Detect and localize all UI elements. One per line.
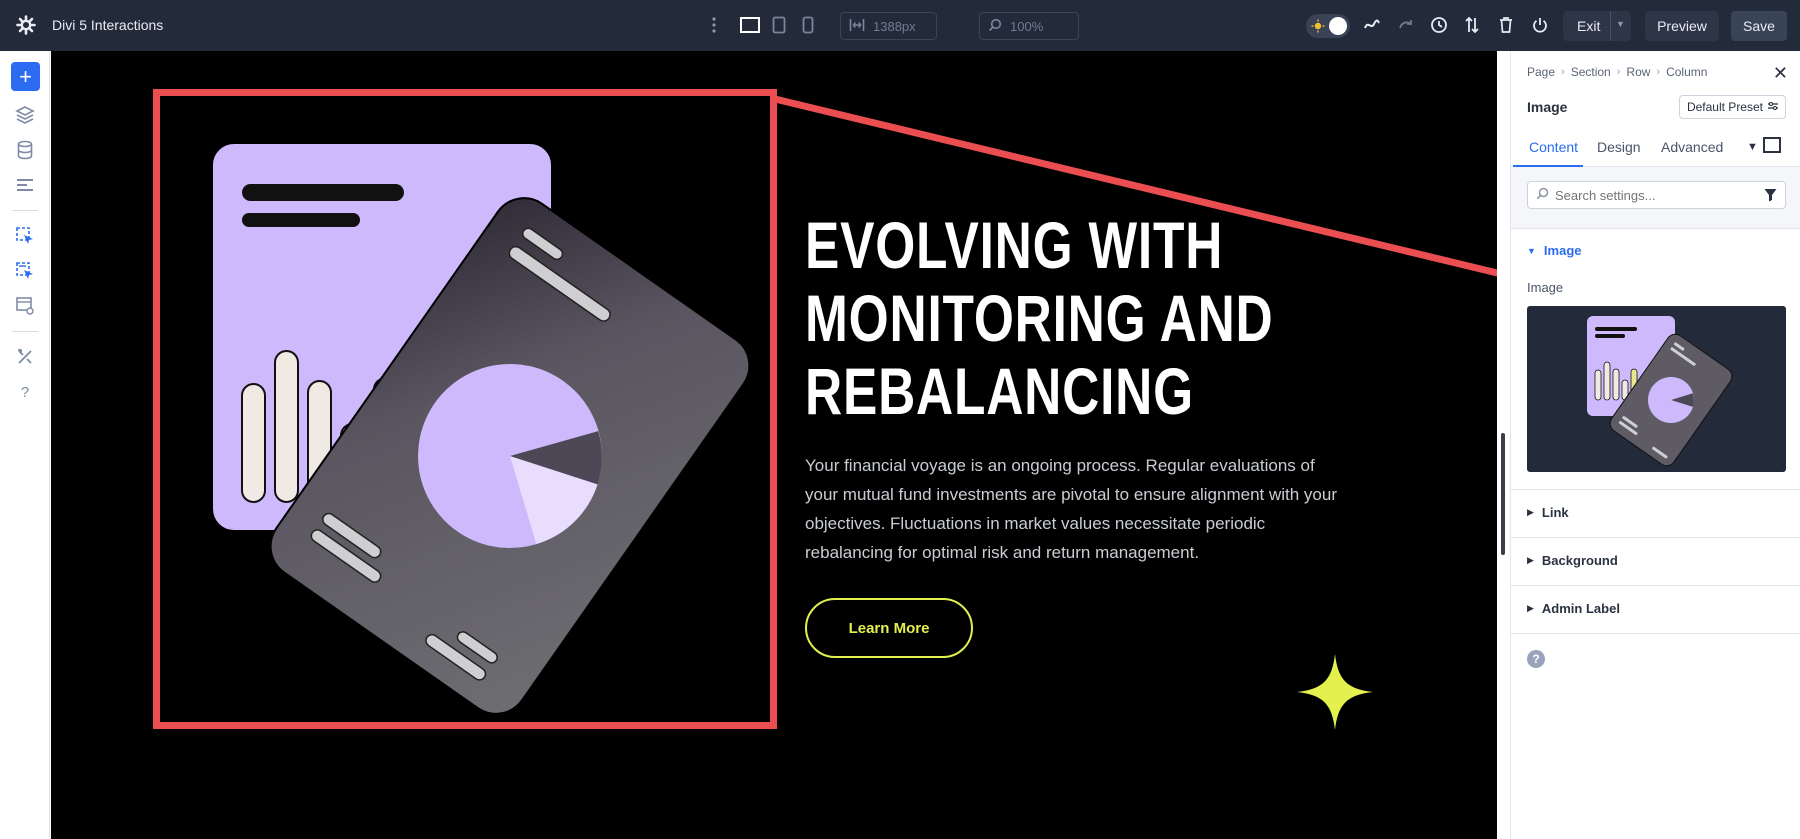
- learn-more-label: Learn More: [848, 619, 930, 637]
- heading-line: REBALANCING: [805, 354, 1194, 428]
- redo-icon[interactable]: [1395, 14, 1417, 36]
- tabs-dropdown-icon[interactable]: ▼: [1747, 141, 1758, 153]
- exit-divider: [1610, 11, 1611, 41]
- add-module-button[interactable]: +: [11, 62, 40, 91]
- expand-panel-icon[interactable]: [1763, 137, 1781, 153]
- section-divider: [1511, 585, 1800, 586]
- section-admin-label-label: Admin Label: [1541, 601, 1620, 616]
- exit-button[interactable]: Exit ▼: [1563, 11, 1631, 41]
- search-icon: [1536, 187, 1549, 203]
- tab-design[interactable]: Design: [1597, 139, 1641, 155]
- top-toolbar: Divi 5 Interactions 1388px 100% Exit ▼ P…: [0, 0, 1800, 51]
- section-divider: [1511, 489, 1800, 490]
- sun-icon: [1311, 19, 1325, 33]
- exit-dropdown-icon[interactable]: ▼: [1616, 19, 1625, 29]
- help-glyph: ?: [1532, 652, 1540, 666]
- page-settings-icon[interactable]: [13, 173, 37, 197]
- section-image-label: Image: [1543, 243, 1582, 258]
- section-background-toggle[interactable]: ▶ Background: [1527, 553, 1618, 568]
- preset-dropdown[interactable]: Default Preset: [1678, 95, 1786, 119]
- app-title: Divi 5 Interactions: [52, 17, 164, 33]
- preset-label: Default Preset: [1686, 100, 1763, 114]
- breadcrumb-section[interactable]: Section: [1571, 65, 1611, 79]
- filter-icon[interactable]: [1764, 188, 1777, 205]
- settings-gear-icon[interactable]: [16, 15, 36, 35]
- close-icon[interactable]: ✕: [1773, 63, 1788, 84]
- zoom-field[interactable]: 100%: [979, 12, 1079, 40]
- breadcrumb-separator-icon: ›: [1656, 66, 1661, 78]
- power-icon[interactable]: [1529, 14, 1551, 36]
- tab-content[interactable]: Content: [1529, 139, 1578, 155]
- phone-view-icon[interactable]: [797, 14, 819, 36]
- builder-canvas: EVOLVING WITH MONITORING AND REBALANCING…: [51, 51, 1497, 839]
- section-divider: [1511, 537, 1800, 538]
- canvas-width-value: 1388px: [873, 18, 916, 34]
- multi-select-icon[interactable]: [13, 259, 37, 283]
- settings-search[interactable]: [1527, 181, 1786, 209]
- width-resize-icon: [849, 18, 865, 35]
- hero-paragraph: Your financial voyage is an ongoing proc…: [805, 456, 1337, 562]
- preview-button[interactable]: Preview: [1645, 11, 1719, 41]
- layout-search-icon[interactable]: [13, 294, 37, 318]
- preview-label: Preview: [1657, 18, 1707, 34]
- section-link-label: Link: [1541, 505, 1569, 520]
- toggle-knob: [1329, 17, 1347, 35]
- image-preview-thumbnail: [1587, 316, 1733, 467]
- breadcrumb-separator-icon: ›: [1561, 66, 1565, 78]
- layers-icon[interactable]: [13, 103, 37, 127]
- theme-toggle[interactable]: [1306, 14, 1350, 38]
- sort-arrows-icon[interactable]: [1461, 14, 1483, 36]
- annotation-highlight-frame: [153, 89, 777, 729]
- sidebar-separator: [12, 331, 38, 332]
- settings-tabs: Content Design Advanced ▼: [1511, 131, 1800, 168]
- breadcrumb: Page › Section › Row › Column: [1527, 65, 1707, 79]
- database-icon[interactable]: [13, 138, 37, 162]
- trash-icon[interactable]: [1495, 14, 1517, 36]
- section-background-label: Background: [1541, 553, 1618, 568]
- image-field-label: Image: [1527, 280, 1564, 295]
- caret-right-icon: ▶: [1527, 555, 1534, 565]
- image-upload-preview[interactable]: [1527, 306, 1786, 472]
- caret-right-icon: ▶: [1527, 507, 1534, 517]
- canvas-scrollbar[interactable]: [1501, 433, 1505, 555]
- breadcrumb-row[interactable]: Row: [1626, 65, 1650, 79]
- breadcrumb-column[interactable]: Column: [1666, 65, 1707, 79]
- section-divider: [1511, 633, 1800, 634]
- section-image-toggle[interactable]: ▼ Image: [1527, 243, 1582, 258]
- settings-panel: Page › Section › Row › Column ✕ Image De…: [1510, 51, 1800, 839]
- history-icon[interactable]: [1428, 14, 1450, 36]
- sidebar-separator: [12, 210, 38, 211]
- caret-down-icon: ▼: [1527, 245, 1536, 256]
- search-input[interactable]: [1555, 187, 1755, 203]
- canvas-width-field[interactable]: 1388px: [840, 12, 937, 40]
- module-title: Image: [1527, 99, 1568, 115]
- help-icon[interactable]: ?: [13, 380, 37, 404]
- exit-label: Exit: [1577, 18, 1601, 34]
- tablet-view-icon[interactable]: [768, 14, 790, 36]
- heading-line: EVOLVING WITH: [805, 208, 1224, 282]
- wireframe-icon[interactable]: [1361, 14, 1383, 36]
- preset-settings-icon: [1768, 100, 1778, 114]
- section-admin-label-toggle[interactable]: ▶ Admin Label: [1527, 601, 1620, 616]
- drag-handle-icon[interactable]: [709, 14, 719, 36]
- heading-line: MONITORING AND: [805, 281, 1274, 355]
- hero-heading: EVOLVING WITH MONITORING AND REBALANCING: [805, 208, 1274, 428]
- help-button[interactable]: ?: [1527, 650, 1545, 668]
- save-button[interactable]: Save: [1731, 11, 1787, 41]
- zoom-search-icon: [988, 18, 1002, 35]
- breadcrumb-separator-icon: ›: [1616, 66, 1621, 78]
- click-interaction-icon[interactable]: [13, 224, 37, 248]
- search-area: [1511, 167, 1800, 229]
- tools-icon[interactable]: [13, 345, 37, 369]
- tab-advanced[interactable]: Advanced: [1661, 139, 1723, 155]
- desktop-view-icon[interactable]: [739, 14, 761, 36]
- breadcrumb-page[interactable]: Page: [1527, 65, 1555, 79]
- left-sidebar: + ?: [0, 51, 50, 839]
- section-link-toggle[interactable]: ▶ Link: [1527, 505, 1569, 520]
- save-label: Save: [1743, 18, 1775, 34]
- sparkle-star-icon: [1297, 654, 1373, 730]
- caret-right-icon: ▶: [1527, 603, 1534, 613]
- zoom-value: 100%: [1010, 18, 1044, 34]
- learn-more-button[interactable]: Learn More: [805, 598, 973, 658]
